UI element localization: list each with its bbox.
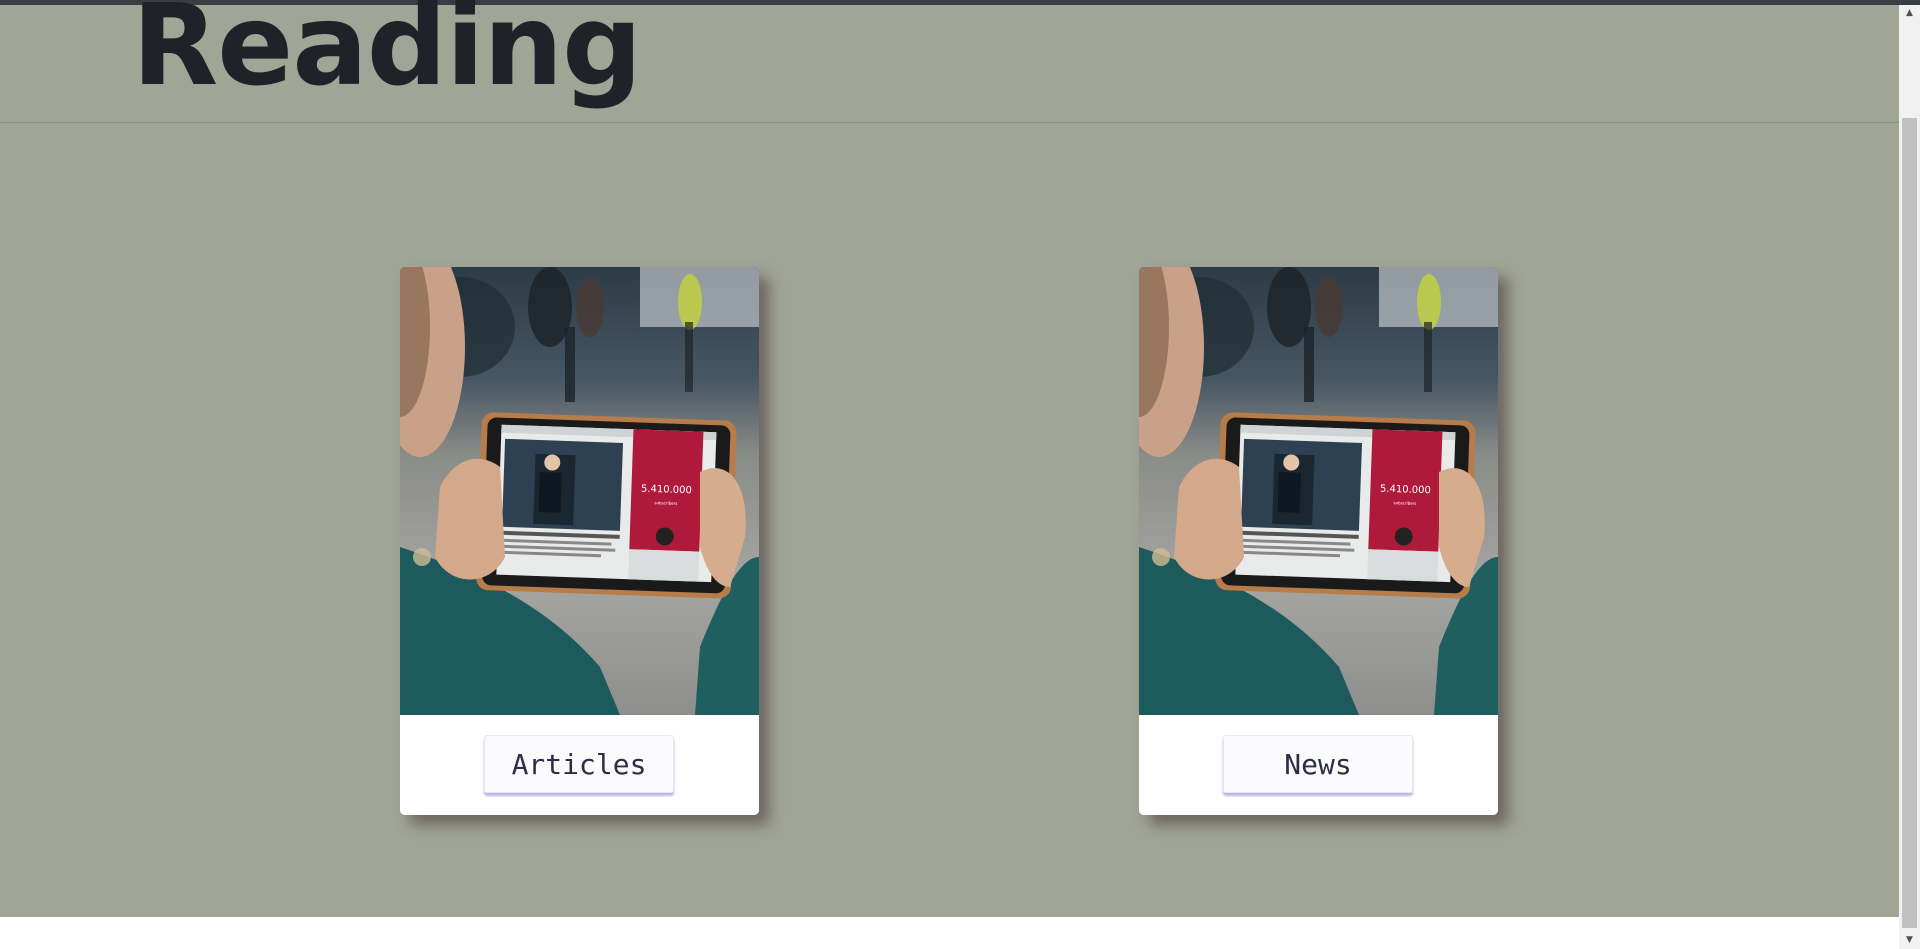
card-image: 5.410.000 subscribers [1139,267,1498,715]
page-footer-strip [0,917,1899,949]
page-body: Reading 5.410.000 subscribers Articles 5… [0,0,1899,917]
tablet-screen-number: 5.410.000 [1380,484,1431,497]
tablet-news-photo-icon: 5.410.000 subscribers [1139,267,1498,715]
page-header: Reading [0,0,1899,123]
card-footer: Articles [400,715,759,815]
tablet-screen-caption: subscribers [654,500,677,506]
card-image: 5.410.000 subscribers [400,267,759,715]
tablet-screen-number: 5.410.000 [641,484,692,497]
scrollbar-thumb[interactable] [1902,118,1917,928]
scroll-down-arrow-icon[interactable]: ▼ [1899,932,1920,949]
articles-button[interactable]: Articles [484,735,674,793]
card-footer: News [1139,715,1498,815]
vertical-scrollbar[interactable]: ▲ ▼ [1899,5,1920,949]
tablet-news-photo-icon: 5.410.000 subscribers [400,267,759,715]
card-news: 5.410.000 subscribers News [1139,267,1498,815]
card-articles: 5.410.000 subscribers Articles [400,267,759,815]
tablet-screen-caption: subscribers [1393,500,1416,506]
news-button[interactable]: News [1223,735,1413,793]
scroll-up-arrow-icon[interactable]: ▲ [1899,5,1920,22]
page-title: Reading [132,0,642,111]
